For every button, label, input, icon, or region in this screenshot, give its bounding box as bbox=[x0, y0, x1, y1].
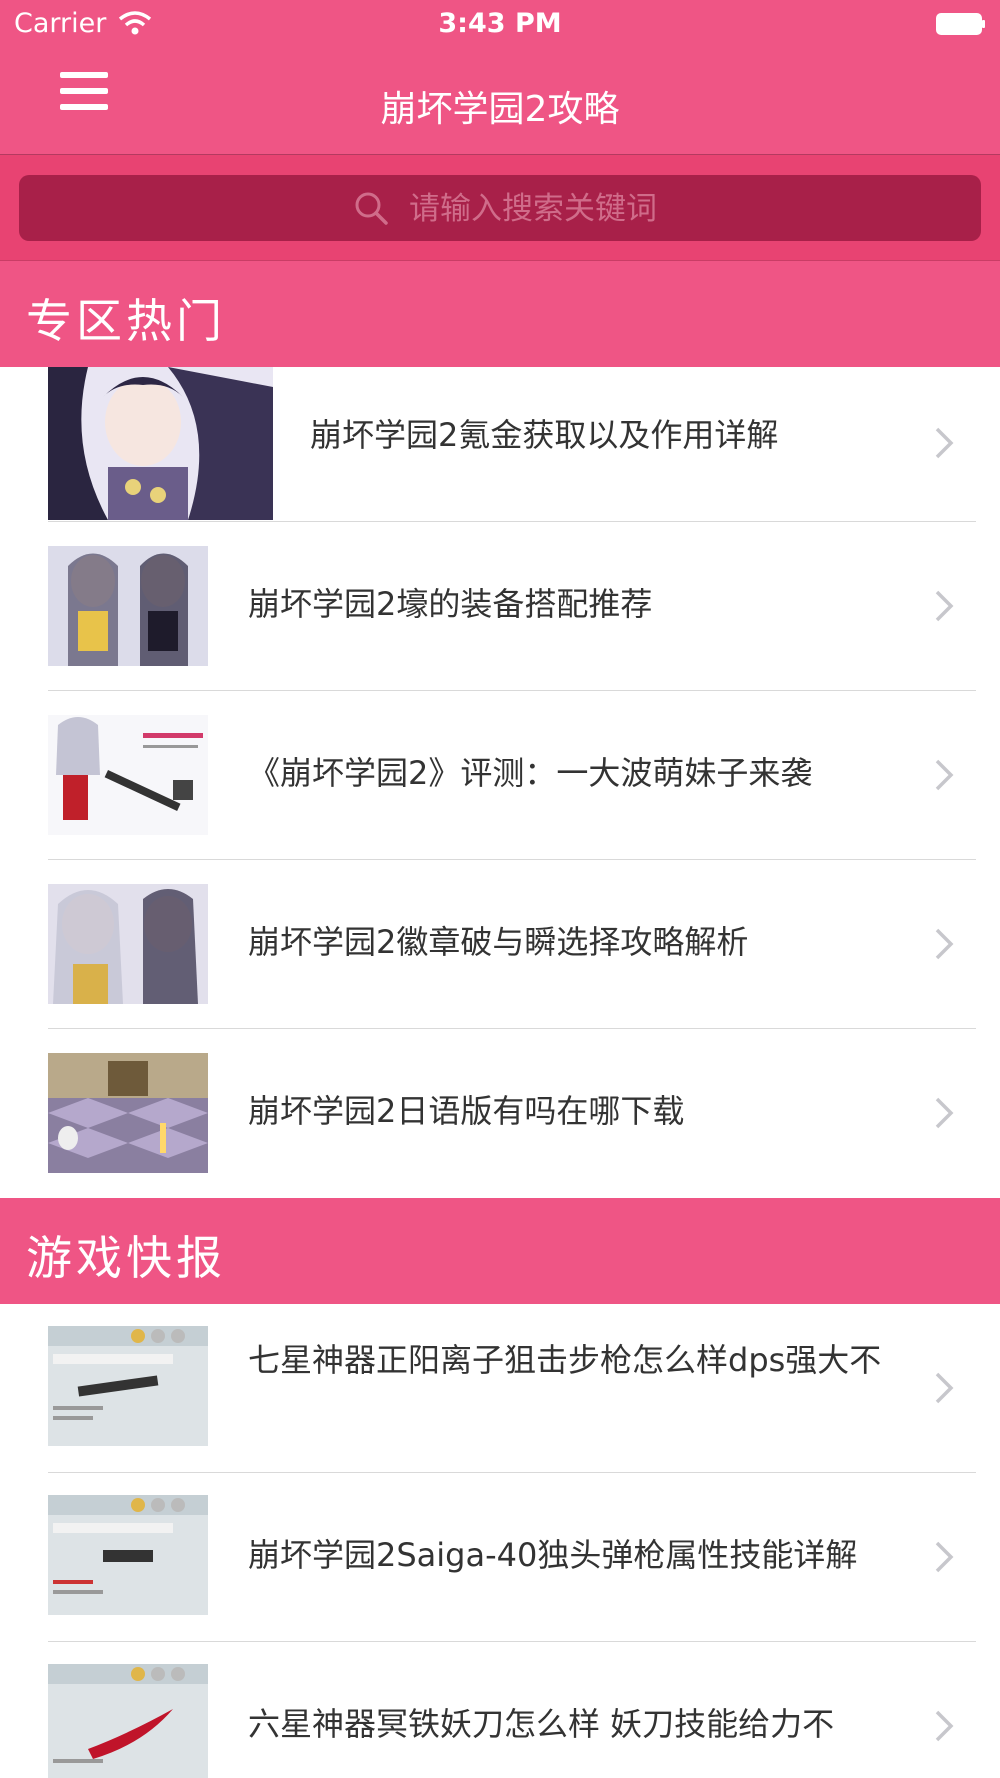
section-title: 游戏快报 bbox=[26, 1231, 226, 1285]
page-title: 崩坏学园2攻略 bbox=[380, 89, 620, 130]
item-title: 崩坏学园2Saiga-40独头弹枪属性技能详解 bbox=[248, 1536, 858, 1574]
status-bar: Carrier 3:43 PM bbox=[0, 0, 1000, 50]
list-item[interactable]: 崩坏学园2日语版有吗在哪下载 bbox=[48, 1029, 976, 1197]
chevron-right-icon bbox=[935, 1541, 954, 1573]
list-item[interactable]: 崩坏学园2Saiga-40独头弹枪属性技能详解 bbox=[48, 1473, 976, 1642]
item-title: 崩坏学园2徽章破与瞬选择攻略解析 bbox=[248, 923, 749, 961]
article-thumbnail bbox=[48, 1326, 208, 1446]
list-item[interactable]: 崩坏学园2壕的装备搭配推荐 bbox=[48, 522, 976, 691]
search-bar bbox=[0, 155, 1000, 261]
item-title: 六星神器冥铁妖刀怎么样 妖刀技能给力不 bbox=[248, 1705, 835, 1743]
chevron-right-icon bbox=[935, 1372, 954, 1404]
item-title: 《崩坏学园2》评测：一大波萌妹子来袭 bbox=[248, 754, 813, 792]
list-item[interactable]: 崩坏学园2徽章破与瞬选择攻略解析 bbox=[48, 860, 976, 1029]
section-header-news: 游戏快报 bbox=[0, 1198, 1000, 1304]
item-title: 崩坏学园2日语版有吗在哪下载 bbox=[248, 1092, 685, 1130]
item-title: 七星神器正阳离子狙击步枪怎么样dps强大不 bbox=[248, 1341, 882, 1379]
battery-icon bbox=[936, 13, 985, 35]
chevron-right-icon bbox=[935, 1710, 954, 1742]
list-item[interactable]: 《崩坏学园2》评测：一大波萌妹子来袭 bbox=[48, 691, 976, 860]
section-title: 专区热门 bbox=[26, 294, 226, 348]
list-item[interactable]: 六星神器冥铁妖刀怎么样 妖刀技能给力不 bbox=[48, 1642, 976, 1778]
article-thumbnail bbox=[48, 715, 208, 835]
chevron-right-icon bbox=[935, 590, 954, 622]
list-item[interactable]: 崩坏学园2氪金获取以及作用详解 bbox=[48, 367, 976, 522]
article-thumbnail bbox=[48, 546, 208, 666]
search-icon bbox=[355, 192, 388, 225]
chevron-right-icon bbox=[935, 1097, 954, 1129]
chevron-right-icon bbox=[935, 759, 954, 791]
item-title: 崩坏学园2氪金获取以及作用详解 bbox=[310, 416, 779, 454]
article-thumbnail bbox=[48, 1495, 208, 1615]
item-title: 崩坏学园2壕的装备搭配推荐 bbox=[248, 585, 653, 623]
section-header-hot: 专区热门 bbox=[0, 261, 1000, 367]
chevron-right-icon bbox=[935, 928, 954, 960]
search-input[interactable] bbox=[407, 185, 931, 233]
search-box[interactable] bbox=[19, 175, 981, 241]
article-thumbnail bbox=[48, 367, 273, 520]
article-thumbnail bbox=[48, 884, 208, 1004]
navigation-bar: 崩坏学园2攻略 bbox=[0, 50, 1000, 155]
clock: 3:43 PM bbox=[438, 8, 562, 39]
article-thumbnail bbox=[48, 1664, 208, 1778]
list-item[interactable]: 七星神器正阳离子狙击步枪怎么样dps强大不 bbox=[48, 1304, 976, 1473]
article-thumbnail bbox=[48, 1053, 208, 1173]
chevron-right-icon bbox=[935, 427, 954, 459]
